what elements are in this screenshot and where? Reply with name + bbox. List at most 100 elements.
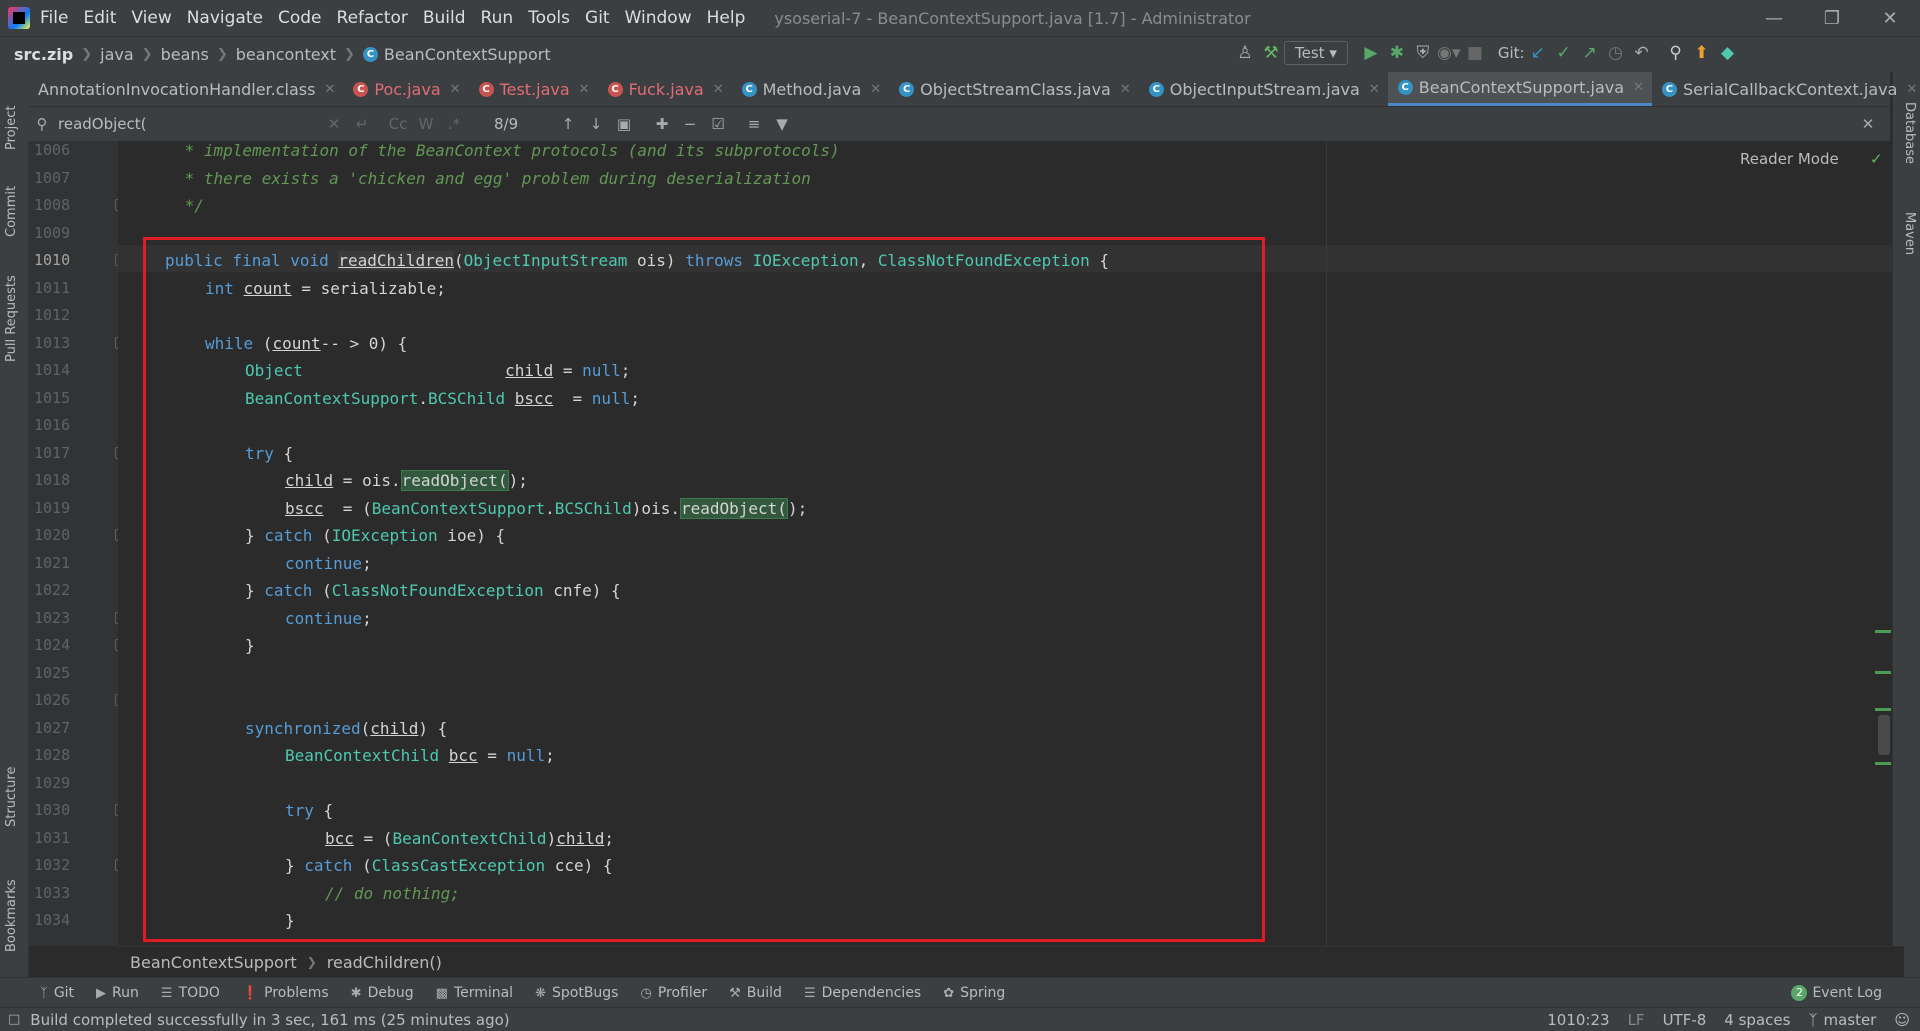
fold-marker-icon[interactable]: [115, 254, 118, 266]
clear-icon[interactable]: ✕: [320, 115, 348, 133]
menu-help[interactable]: Help: [707, 8, 746, 28]
tool-pull-requests[interactable]: Pull Requests: [4, 275, 19, 362]
filter-options-icon[interactable]: ≡: [740, 115, 768, 133]
close-icon[interactable]: ✕: [1120, 82, 1131, 97]
run-config-select[interactable]: Test ▾: [1284, 41, 1348, 65]
arrow-up-icon[interactable]: ↑: [554, 115, 582, 133]
git-commit-icon[interactable]: ✓: [1551, 43, 1577, 63]
tool-commit[interactable]: Commit: [4, 186, 19, 237]
breadcrumb-beans[interactable]: beans: [161, 45, 209, 64]
tab-annotationinvocationhandler[interactable]: AnnotationInvocationHandler.class ✕: [28, 72, 343, 106]
find-input[interactable]: [56, 114, 320, 134]
menu-edit[interactable]: Edit: [83, 8, 116, 28]
breadcrumb-beancontext[interactable]: beancontext: [236, 45, 336, 64]
debug-icon[interactable]: ✱: [1384, 43, 1410, 63]
search-icon[interactable]: ⚲: [1663, 43, 1689, 63]
caret-position[interactable]: 1010:23: [1547, 1011, 1609, 1029]
close-icon[interactable]: ✕: [1906, 82, 1917, 97]
breadcrumb-class[interactable]: BeanContextSupport: [384, 45, 551, 64]
close-icon[interactable]: ✕: [579, 82, 590, 97]
menu-view[interactable]: View: [131, 8, 171, 28]
menu-navigate[interactable]: Navigate: [187, 8, 263, 28]
git-push-icon[interactable]: ↗: [1577, 43, 1603, 63]
tool-problems[interactable]: ❗ Problems: [242, 985, 329, 1001]
hammer-icon[interactable]: ⚒: [1258, 43, 1284, 63]
fold-marker-icon[interactable]: [115, 694, 118, 706]
status-message[interactable]: Build completed successfully in 3 sec, 1…: [30, 1011, 509, 1029]
breadcrumb-java[interactable]: java: [100, 45, 134, 64]
run-icon[interactable]: ▶: [1358, 43, 1384, 63]
close-window-icon[interactable]: ✕: [1862, 0, 1918, 36]
breadcrumb-srczip[interactable]: src.zip: [14, 45, 73, 64]
tab-method[interactable]: C Method.java ✕: [732, 72, 890, 106]
tab-test[interactable]: C Test.java ✕: [469, 72, 598, 106]
close-find-icon[interactable]: ✕: [1854, 115, 1882, 133]
line-separator[interactable]: LF: [1628, 1011, 1645, 1029]
tool-spring[interactable]: ✿ Spring: [943, 985, 1005, 1001]
tool-spotbugs[interactable]: ❋ SpotBugs: [535, 985, 618, 1001]
crumb-class[interactable]: BeanContextSupport: [130, 953, 297, 972]
tool-terminal[interactable]: ▩ Terminal: [436, 985, 513, 1001]
close-icon[interactable]: ✕: [713, 82, 724, 97]
tab-objectstreamclass[interactable]: C ObjectStreamClass.java ✕: [889, 72, 1139, 106]
tool-todo[interactable]: ☰ TODO: [161, 985, 220, 1001]
tool-debug[interactable]: ✱ Debug: [351, 985, 414, 1001]
crumb-method[interactable]: readChildren(): [327, 953, 442, 972]
filter-icon[interactable]: ▼: [768, 115, 796, 133]
fold-marker-icon[interactable]: [115, 859, 118, 871]
tab-poc[interactable]: C Poc.java ✕: [343, 72, 468, 106]
arrow-down-icon[interactable]: ↓: [582, 115, 610, 133]
tool-maven[interactable]: Maven: [1902, 212, 1917, 255]
tool-project[interactable]: Project: [4, 106, 19, 150]
event-log[interactable]: 2 Event Log: [1791, 985, 1882, 1001]
fold-marker-icon[interactable]: [115, 199, 118, 211]
tool-bookmarks[interactable]: Bookmarks: [4, 879, 19, 952]
fold-marker-icon[interactable]: [115, 337, 118, 349]
memory-icon[interactable]: ☺: [1894, 1011, 1910, 1029]
open-in-window-icon[interactable]: ▣: [610, 115, 638, 133]
fold-marker-icon[interactable]: [115, 529, 118, 541]
tab-objectinputstream[interactable]: C ObjectInputStream.java ✕: [1139, 72, 1388, 106]
menu-git[interactable]: Git: [585, 8, 610, 28]
select-all-icon[interactable]: ☑: [704, 115, 732, 133]
status-toggle-icon[interactable]: □: [8, 1012, 20, 1027]
tool-structure[interactable]: Structure: [4, 767, 19, 827]
update-icon[interactable]: ⬆: [1689, 43, 1715, 63]
remove-selection-icon[interactable]: −: [676, 115, 704, 133]
close-icon[interactable]: ✕: [450, 82, 461, 97]
restore-icon[interactable]: ❐: [1804, 0, 1860, 36]
menu-tools[interactable]: Tools: [528, 8, 570, 28]
toolbox-icon[interactable]: ◆: [1715, 43, 1741, 63]
menu-run[interactable]: Run: [481, 8, 514, 28]
close-icon[interactable]: ✕: [324, 82, 335, 97]
fold-marker-icon[interactable]: [115, 612, 118, 624]
menu-window[interactable]: Window: [625, 8, 692, 28]
stop-icon[interactable]: ■: [1462, 43, 1488, 63]
menu-build[interactable]: Build: [423, 8, 466, 28]
tab-serialcallbackcontext[interactable]: C SerialCallbackContext.java ✕: [1652, 72, 1920, 106]
search-icon[interactable]: ⚲: [28, 115, 56, 133]
fold-marker-icon[interactable]: [115, 447, 118, 459]
tab-fuck[interactable]: C Fuck.java ✕: [598, 72, 732, 106]
user-icon[interactable]: ♙: [1232, 43, 1258, 63]
close-icon[interactable]: ✕: [1633, 80, 1644, 95]
indent-setting[interactable]: 4 spaces: [1724, 1011, 1790, 1029]
rollback-icon[interactable]: ↶: [1629, 43, 1655, 63]
menu-file[interactable]: File: [40, 8, 68, 28]
history-icon[interactable]: ◷: [1603, 43, 1629, 63]
file-encoding[interactable]: UTF-8: [1663, 1011, 1707, 1029]
fold-marker-icon[interactable]: [115, 804, 118, 816]
git-branch[interactable]: master: [1823, 1011, 1876, 1029]
match-case-toggle[interactable]: Cc: [384, 115, 412, 133]
tool-run[interactable]: ▶ Run: [96, 985, 139, 1001]
tool-profiler[interactable]: ◷ Profiler: [640, 985, 707, 1001]
new-line-icon[interactable]: ↵: [348, 115, 376, 133]
fold-marker-icon[interactable]: [115, 639, 118, 651]
menu-refactor[interactable]: Refactor: [337, 8, 408, 28]
tool-git[interactable]: ᛉ Git: [40, 985, 74, 1001]
coverage-icon[interactable]: ⛨: [1410, 43, 1436, 63]
menu-code[interactable]: Code: [278, 8, 322, 28]
tool-build[interactable]: ⚒ Build: [729, 985, 782, 1001]
scrollbar-thumb[interactable]: [1878, 715, 1890, 755]
tab-beancontextsupport[interactable]: C BeanContextSupport.java ✕: [1387, 72, 1652, 106]
